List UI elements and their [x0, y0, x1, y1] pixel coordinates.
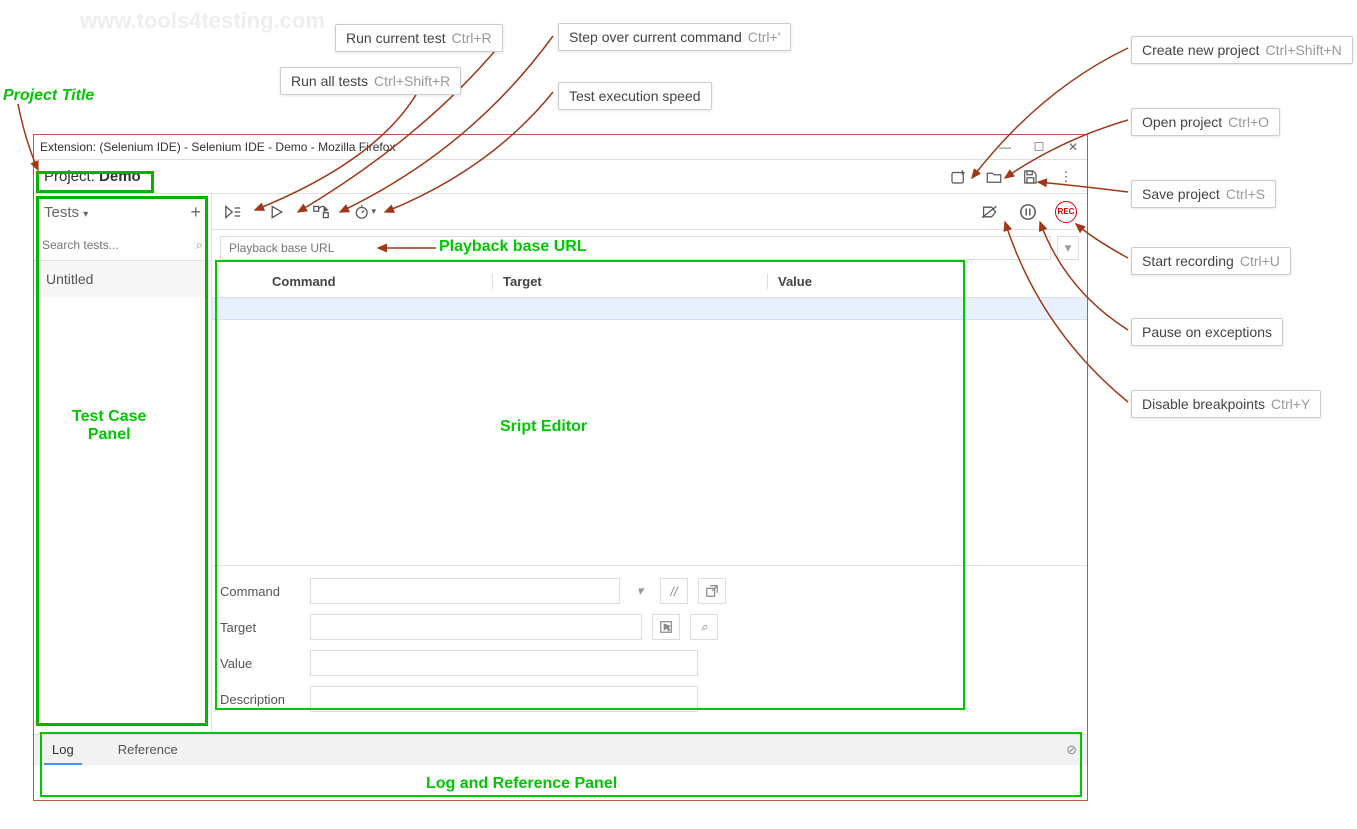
search-icon: ⌕	[196, 237, 203, 253]
add-test-button[interactable]: +	[190, 202, 201, 223]
command-table[interactable]	[212, 298, 1087, 565]
close-button[interactable]: ✕	[1065, 139, 1081, 155]
titlebar: Extension: (Selenium IDE) - Selenium IDE…	[34, 135, 1087, 160]
more-menu-icon[interactable]: ⋮	[1055, 166, 1077, 188]
disable-breakpoints-button[interactable]	[979, 201, 1001, 223]
project-name: Project: Demo	[44, 168, 141, 185]
run-all-button[interactable]	[222, 201, 244, 223]
project-row: Project: Demo ⋮	[34, 160, 1087, 194]
toggle-comment-button[interactable]: //	[660, 578, 688, 604]
target-input[interactable]	[310, 614, 642, 640]
label-value: Value	[220, 656, 300, 671]
sidebar: Tests ▾ + ⌕ Untitled	[34, 194, 212, 734]
watermark: www.tools4testing.com	[80, 8, 325, 34]
select-target-button[interactable]	[652, 614, 680, 640]
label-target: Target	[220, 620, 300, 635]
playback-url-input[interactable]	[220, 236, 1051, 260]
tab-reference[interactable]: Reference	[110, 736, 186, 765]
callout-create-new: Create new projectCtrl+Shift+N	[1131, 36, 1353, 64]
test-speed-button[interactable]: ▾	[354, 201, 376, 223]
create-project-icon[interactable]	[947, 166, 969, 188]
maximize-button[interactable]: ☐	[1031, 139, 1047, 155]
label-log-reference: Log and Reference Panel	[426, 775, 617, 793]
label-command: Command	[220, 584, 300, 599]
table-header: Command Target Value	[212, 266, 1087, 298]
table-row[interactable]	[212, 298, 1087, 320]
callout-open-project: Open projectCtrl+O	[1131, 108, 1280, 136]
callout-disable-breakpoints: Disable breakpointsCtrl+Y	[1131, 390, 1321, 418]
editor: ▾ REC ▾ Command Target Value	[212, 194, 1087, 734]
save-project-icon[interactable]	[1019, 166, 1041, 188]
tests-dropdown[interactable]: Tests ▾	[44, 204, 88, 221]
label-script-editor: Sript Editor	[500, 418, 587, 436]
open-new-window-button[interactable]	[698, 578, 726, 604]
command-input[interactable]	[310, 578, 620, 604]
minimize-button[interactable]: —	[997, 139, 1013, 155]
label-playback-url: Playback base URL	[439, 238, 587, 256]
run-current-button[interactable]	[266, 201, 288, 223]
value-input[interactable]	[310, 650, 698, 676]
find-target-button[interactable]: ⌕	[690, 614, 718, 640]
window-title: Extension: (Selenium IDE) - Selenium IDE…	[40, 140, 395, 154]
callout-run-current: Run current testCtrl+R	[335, 24, 503, 52]
step-over-button[interactable]	[310, 201, 332, 223]
search-tests-input[interactable]	[42, 234, 190, 256]
record-button[interactable]: REC	[1055, 201, 1077, 223]
open-project-icon[interactable]	[983, 166, 1005, 188]
tab-log[interactable]: Log	[44, 736, 82, 765]
callout-start-recording: Start recordingCtrl+U	[1131, 247, 1291, 275]
label-description: Description	[220, 692, 300, 707]
url-dropdown[interactable]: ▾	[1057, 236, 1079, 260]
command-dropdown-icon[interactable]: ▾	[630, 578, 650, 604]
test-item-untitled[interactable]: Untitled	[34, 261, 211, 297]
col-target: Target	[492, 274, 767, 289]
callout-test-speed: Test execution speed	[558, 82, 712, 110]
app-window: Extension: (Selenium IDE) - Selenium IDE…	[33, 134, 1088, 801]
label-test-case-panel: Test Case Panel	[72, 408, 146, 444]
label-project-title: Project Title	[3, 87, 94, 105]
callout-run-all: Run all testsCtrl+Shift+R	[280, 67, 461, 95]
clear-log-icon[interactable]: ⊘	[1066, 742, 1077, 758]
callout-step-over: Step over current commandCtrl+'	[558, 23, 791, 51]
col-command: Command	[212, 274, 492, 289]
col-value: Value	[767, 274, 1087, 289]
callout-save-project: Save projectCtrl+S	[1131, 180, 1276, 208]
pause-exceptions-button[interactable]	[1017, 201, 1039, 223]
command-form: Command ▾ // Target ⌕ Value Des	[212, 565, 1087, 734]
callout-pause-exceptions: Pause on exceptions	[1131, 318, 1283, 346]
description-input[interactable]	[310, 686, 698, 712]
